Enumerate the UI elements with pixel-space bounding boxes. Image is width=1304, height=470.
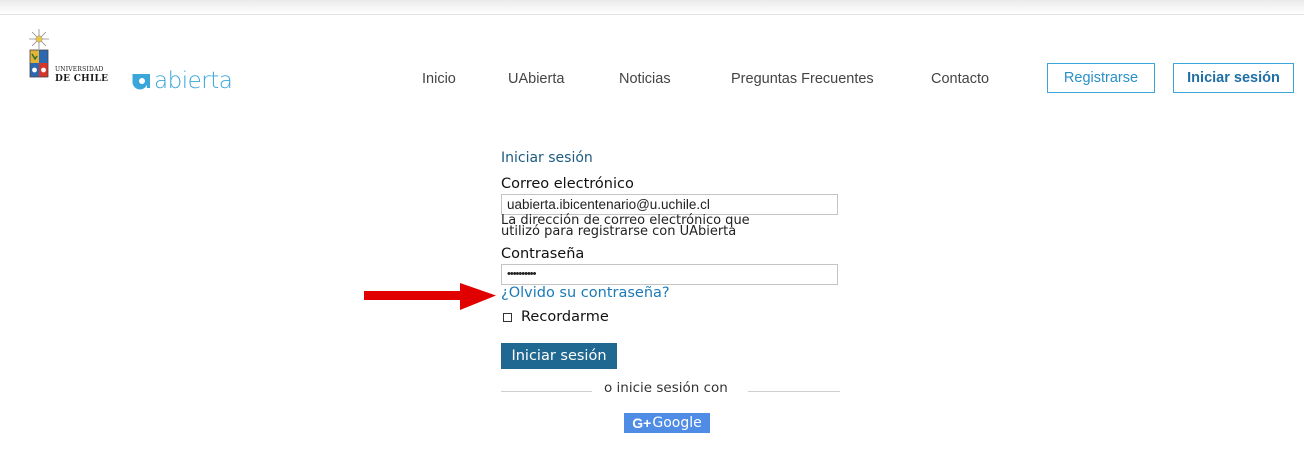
email-field[interactable]: uabierta.ibicentenario@u.uchile.cl [501, 194, 838, 215]
nav-item-contacto[interactable]: Contacto [931, 71, 989, 87]
university-wordmark: UNIVERSIDAD DE CHILE [55, 65, 108, 84]
uabierta-u-mark-icon [132, 74, 150, 90]
google-label: Google [652, 415, 702, 431]
uchile-seal-icon [29, 29, 49, 78]
nav-item-inicio[interactable]: Inicio [422, 71, 456, 87]
separator-text: o inicie sesión con [604, 380, 728, 396]
remember-checkbox[interactable] [503, 312, 512, 322]
forgot-password-link[interactable]: ¿Olvido su contraseña? [501, 285, 670, 301]
nav-item-uabierta[interactable]: UAbierta [508, 71, 564, 87]
google-login-button[interactable]: G+ Google [624, 413, 710, 433]
university-line2: DE CHILE [55, 74, 109, 84]
uabierta-logo[interactable]: abierta [132, 67, 233, 95]
password-label: Contraseña [501, 246, 585, 262]
remember-label: Recordarme [521, 309, 609, 325]
university-line1: UNIVERSIDAD [55, 66, 104, 73]
email-help-text: La dirección de correo electrónico que u… [501, 214, 841, 239]
nav-item-noticias[interactable]: Noticias [619, 71, 671, 87]
form-title: Iniciar sesión [501, 150, 593, 166]
login-submit-button[interactable]: Iniciar sesión [501, 343, 617, 369]
password-field[interactable]: •••••••••• [501, 264, 838, 285]
social-login-separator: o inicie sesión con [501, 380, 840, 398]
separator-line-left [501, 391, 592, 392]
universidad-de-chile-logo[interactable]: UNIVERSIDAD DE CHILE [26, 27, 118, 91]
remember-me[interactable]: Recordarme [501, 309, 609, 325]
uabierta-wordmark: abierta [154, 68, 233, 94]
email-label: Correo electrónico [501, 176, 634, 192]
google-plus-icon: G+ [632, 415, 652, 431]
site-header: UNIVERSIDAD DE CHILE abierta Inicio UAbi… [0, 15, 1304, 125]
nav-item-preguntas-frecuentes[interactable]: Preguntas Frecuentes [731, 71, 874, 87]
register-button[interactable]: Registrarse [1047, 63, 1155, 93]
separator-line-right [748, 391, 840, 392]
email-help-line2: utilizó para registrarse con UAbierta [501, 224, 737, 239]
annotation-arrow-icon [364, 283, 496, 310]
browser-top-shadow [0, 0, 1304, 14]
header-login-button[interactable]: Iniciar sesión [1173, 63, 1294, 93]
